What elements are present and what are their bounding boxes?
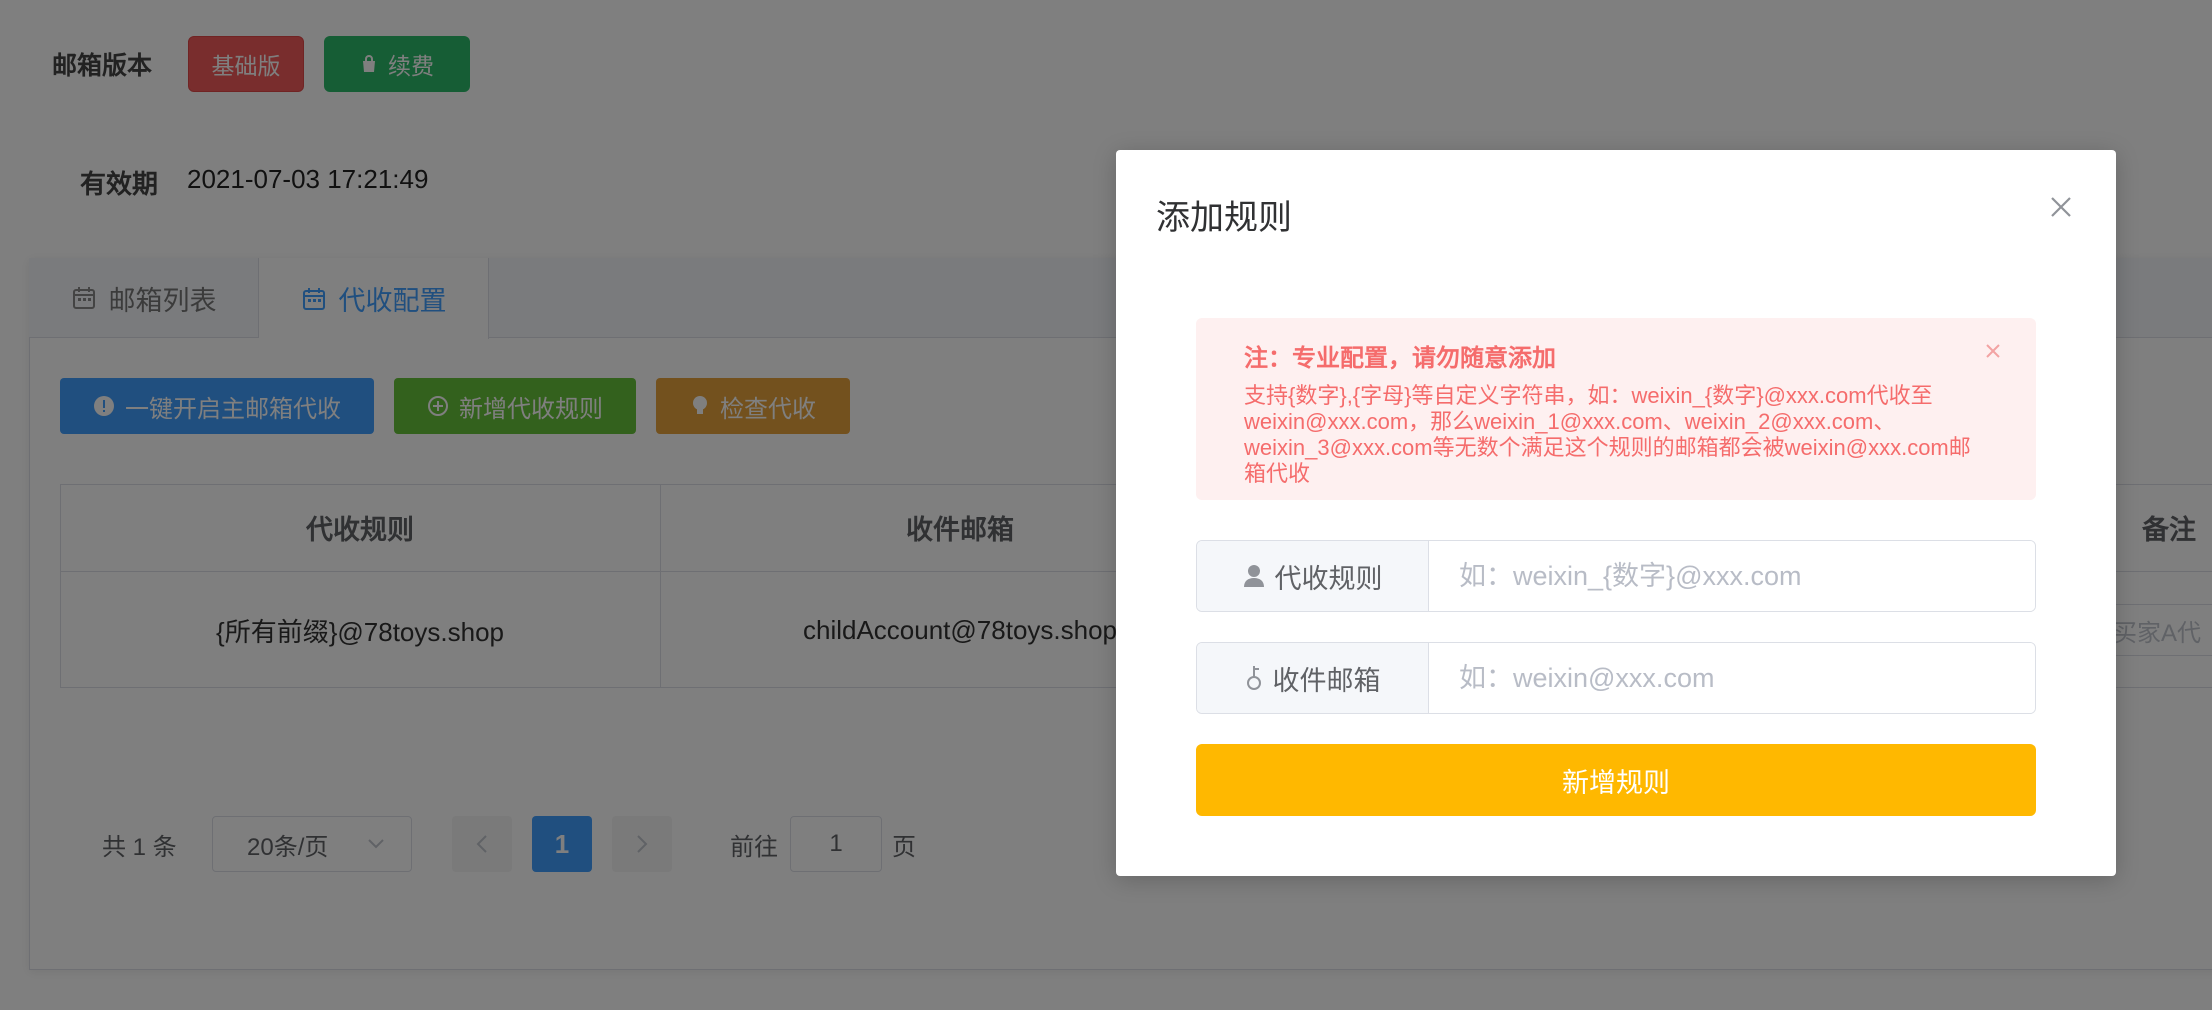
rule-input[interactable]: [1429, 541, 2035, 611]
rule-field-group: 代收规则: [1196, 540, 2036, 612]
user-icon: [1243, 565, 1264, 587]
alert-close-icon[interactable]: [1982, 340, 2004, 362]
close-icon[interactable]: [2044, 190, 2078, 224]
rule-field-label: 代收规则: [1274, 563, 1383, 594]
submit-rule-button[interactable]: 新增规则: [1196, 744, 2036, 816]
mailbox-input[interactable]: [1429, 643, 2035, 713]
alert-title: 注：专业配置，请勿随意添加: [1244, 345, 1556, 372]
rule-field-prepend: 代收规则: [1197, 541, 1429, 611]
warning-alert: 注：专业配置，请勿随意添加 支持{数字},{字母}等自定义字符串，如：weixi…: [1196, 318, 2036, 500]
alert-description: 支持{数字},{字母}等自定义字符串，如：weixin_{数字}@xxx.com…: [1244, 383, 1971, 486]
key-icon: [1246, 666, 1261, 690]
mailbox-field-prepend: 收件邮箱: [1197, 643, 1429, 713]
dialog-title: 添加规则: [1156, 199, 1292, 237]
mailbox-field-group: 收件邮箱: [1196, 642, 2036, 714]
mailbox-field-label: 收件邮箱: [1272, 665, 1381, 696]
